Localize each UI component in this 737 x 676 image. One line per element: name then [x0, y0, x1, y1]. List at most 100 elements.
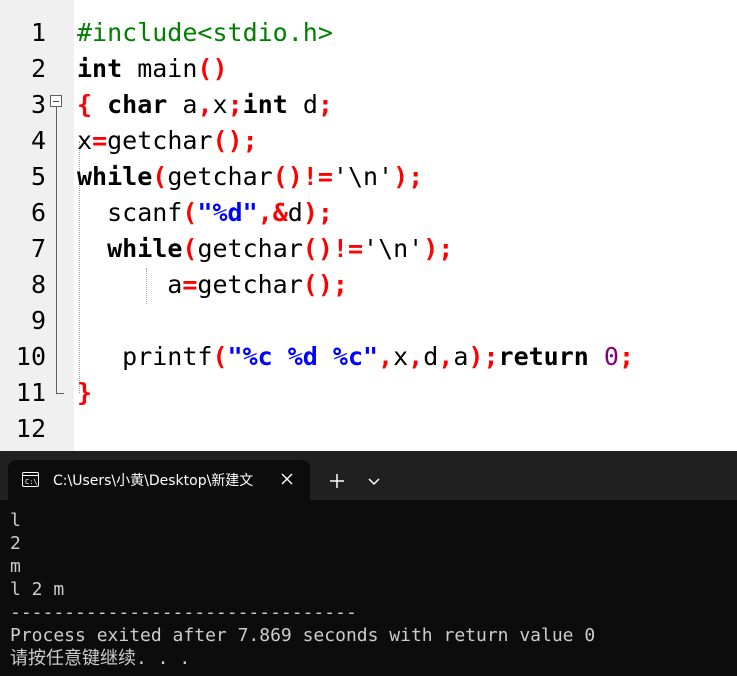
code-line: x=getchar();	[77, 123, 258, 159]
code-token: ,	[438, 342, 454, 371]
code-token: d	[423, 342, 439, 371]
console-line: l 2 m	[10, 579, 65, 600]
code-token: );	[468, 342, 499, 371]
code-line: #include<stdio.h>	[77, 15, 333, 51]
line-number: 7	[30, 234, 46, 263]
code-line: while(getchar()!='\n');	[77, 231, 453, 267]
code-token: d	[287, 198, 303, 227]
code-token: '\n'	[363, 234, 424, 263]
code-token: char	[107, 90, 168, 119]
console-line: 请按任意键继续. . .	[10, 648, 191, 669]
line-number: 6	[30, 198, 46, 227]
code-token: ,	[408, 342, 424, 371]
code-token: getchar	[197, 270, 303, 299]
terminal-app-icon: C:\	[22, 472, 39, 487]
gutter-separator	[74, 0, 75, 451]
line-number: 12	[15, 414, 46, 443]
code-token: main	[122, 54, 198, 83]
line-number: 1	[30, 18, 46, 47]
line-number: 4	[30, 126, 46, 155]
code-line: printf("%c %d %c",x,d,a);return 0;	[77, 339, 634, 375]
console-line: l	[10, 510, 21, 531]
code-token: while	[77, 162, 153, 191]
code-token: ()	[197, 54, 228, 83]
code-token: "%c %d %c"	[227, 342, 379, 371]
code-token: ,	[378, 342, 394, 371]
code-token: getchar	[107, 126, 213, 155]
code-line: scanf("%d",&d);	[77, 195, 333, 231]
code-token: ();	[302, 270, 348, 299]
close-icon[interactable]	[278, 470, 296, 488]
console-line: 2	[10, 533, 21, 554]
code-token: getchar	[167, 162, 273, 191]
code-token: x	[393, 342, 409, 371]
code-line: { char a,x;int d;	[77, 87, 333, 123]
line-number: 3	[30, 90, 46, 119]
code-token: "%d"	[197, 198, 258, 227]
code-token: {	[77, 90, 93, 119]
svg-text:C:\: C:\	[25, 478, 38, 486]
console-output: l2ml 2 m --------------------------------…	[10, 509, 595, 670]
fold-range-line	[56, 107, 57, 394]
code-token: a	[77, 270, 183, 299]
code-token: ();	[212, 126, 258, 155]
chevron-down-icon[interactable]	[364, 472, 384, 490]
terminal-tab-title: C:\Users\小黄\Desktop\新建文	[53, 473, 254, 489]
code-token: getchar	[197, 234, 303, 263]
code-token: ()!=	[302, 234, 364, 263]
console-line: --------------------------------	[10, 602, 357, 623]
line-number: 8	[30, 270, 46, 299]
fold-end-marker	[56, 393, 64, 394]
code-token: printf	[77, 342, 213, 371]
console-window[interactable]: C:\ C:\Users\小黄\Desktop\新建文 l2ml 2 m ----…	[0, 451, 737, 676]
code-token: x	[77, 126, 93, 155]
new-tab-plus-icon[interactable]	[326, 470, 348, 492]
terminal-tab-bar: C:\ C:\Users\小黄\Desktop\新建文	[0, 451, 737, 500]
code-token: ;	[227, 90, 243, 119]
code-token: a	[167, 90, 198, 119]
code-token: );	[393, 162, 424, 191]
code-token: ;	[317, 90, 333, 119]
terminal-tab[interactable]: C:\ C:\Users\小黄\Desktop\新建文	[8, 460, 310, 500]
code-token: }	[77, 378, 93, 407]
line-number: 9	[30, 306, 46, 335]
code-token: int	[77, 54, 123, 83]
console-line: Process exited after 7.869 seconds with …	[10, 625, 596, 646]
fold-collapse-icon[interactable]	[50, 95, 62, 107]
code-token: int	[242, 90, 288, 119]
line-number: 11	[15, 378, 46, 407]
code-token: );	[423, 234, 454, 263]
code-token: ,&	[257, 198, 288, 227]
code-token: scanf	[77, 198, 183, 227]
code-token: (	[182, 234, 198, 263]
code-token: x	[212, 90, 228, 119]
code-token: =	[182, 270, 198, 299]
code-token: (	[212, 342, 228, 371]
line-number: 2	[30, 54, 46, 83]
code-token: =	[92, 126, 108, 155]
code-token: '\n'	[332, 162, 394, 191]
code-token: ,	[197, 90, 213, 119]
code-token: 0	[603, 342, 619, 371]
code-token: while	[107, 234, 183, 263]
code-line: }	[77, 375, 92, 411]
code-token: ;	[618, 342, 635, 371]
code-line: a=getchar();	[77, 267, 348, 303]
line-number: 10	[15, 342, 46, 371]
line-number: 5	[30, 162, 46, 191]
code-token: a	[453, 342, 469, 371]
code-token: #include<stdio.h>	[77, 18, 333, 47]
code-token: return	[498, 342, 589, 371]
line-number-gutter: 1 2 3 4 5 6 7 8 9 10 11 12	[0, 0, 74, 451]
code-token: ()!=	[272, 162, 333, 191]
code-token: (	[152, 162, 168, 191]
code-token: d	[287, 90, 318, 119]
code-editor[interactable]: 1 2 3 4 5 6 7 8 9 10 11 12 #include<stdio.h> int mai…	[0, 0, 737, 451]
code-token: (	[182, 198, 198, 227]
code-token: );	[302, 198, 333, 227]
console-line: m	[10, 556, 21, 577]
code-line: int main()	[77, 51, 228, 87]
